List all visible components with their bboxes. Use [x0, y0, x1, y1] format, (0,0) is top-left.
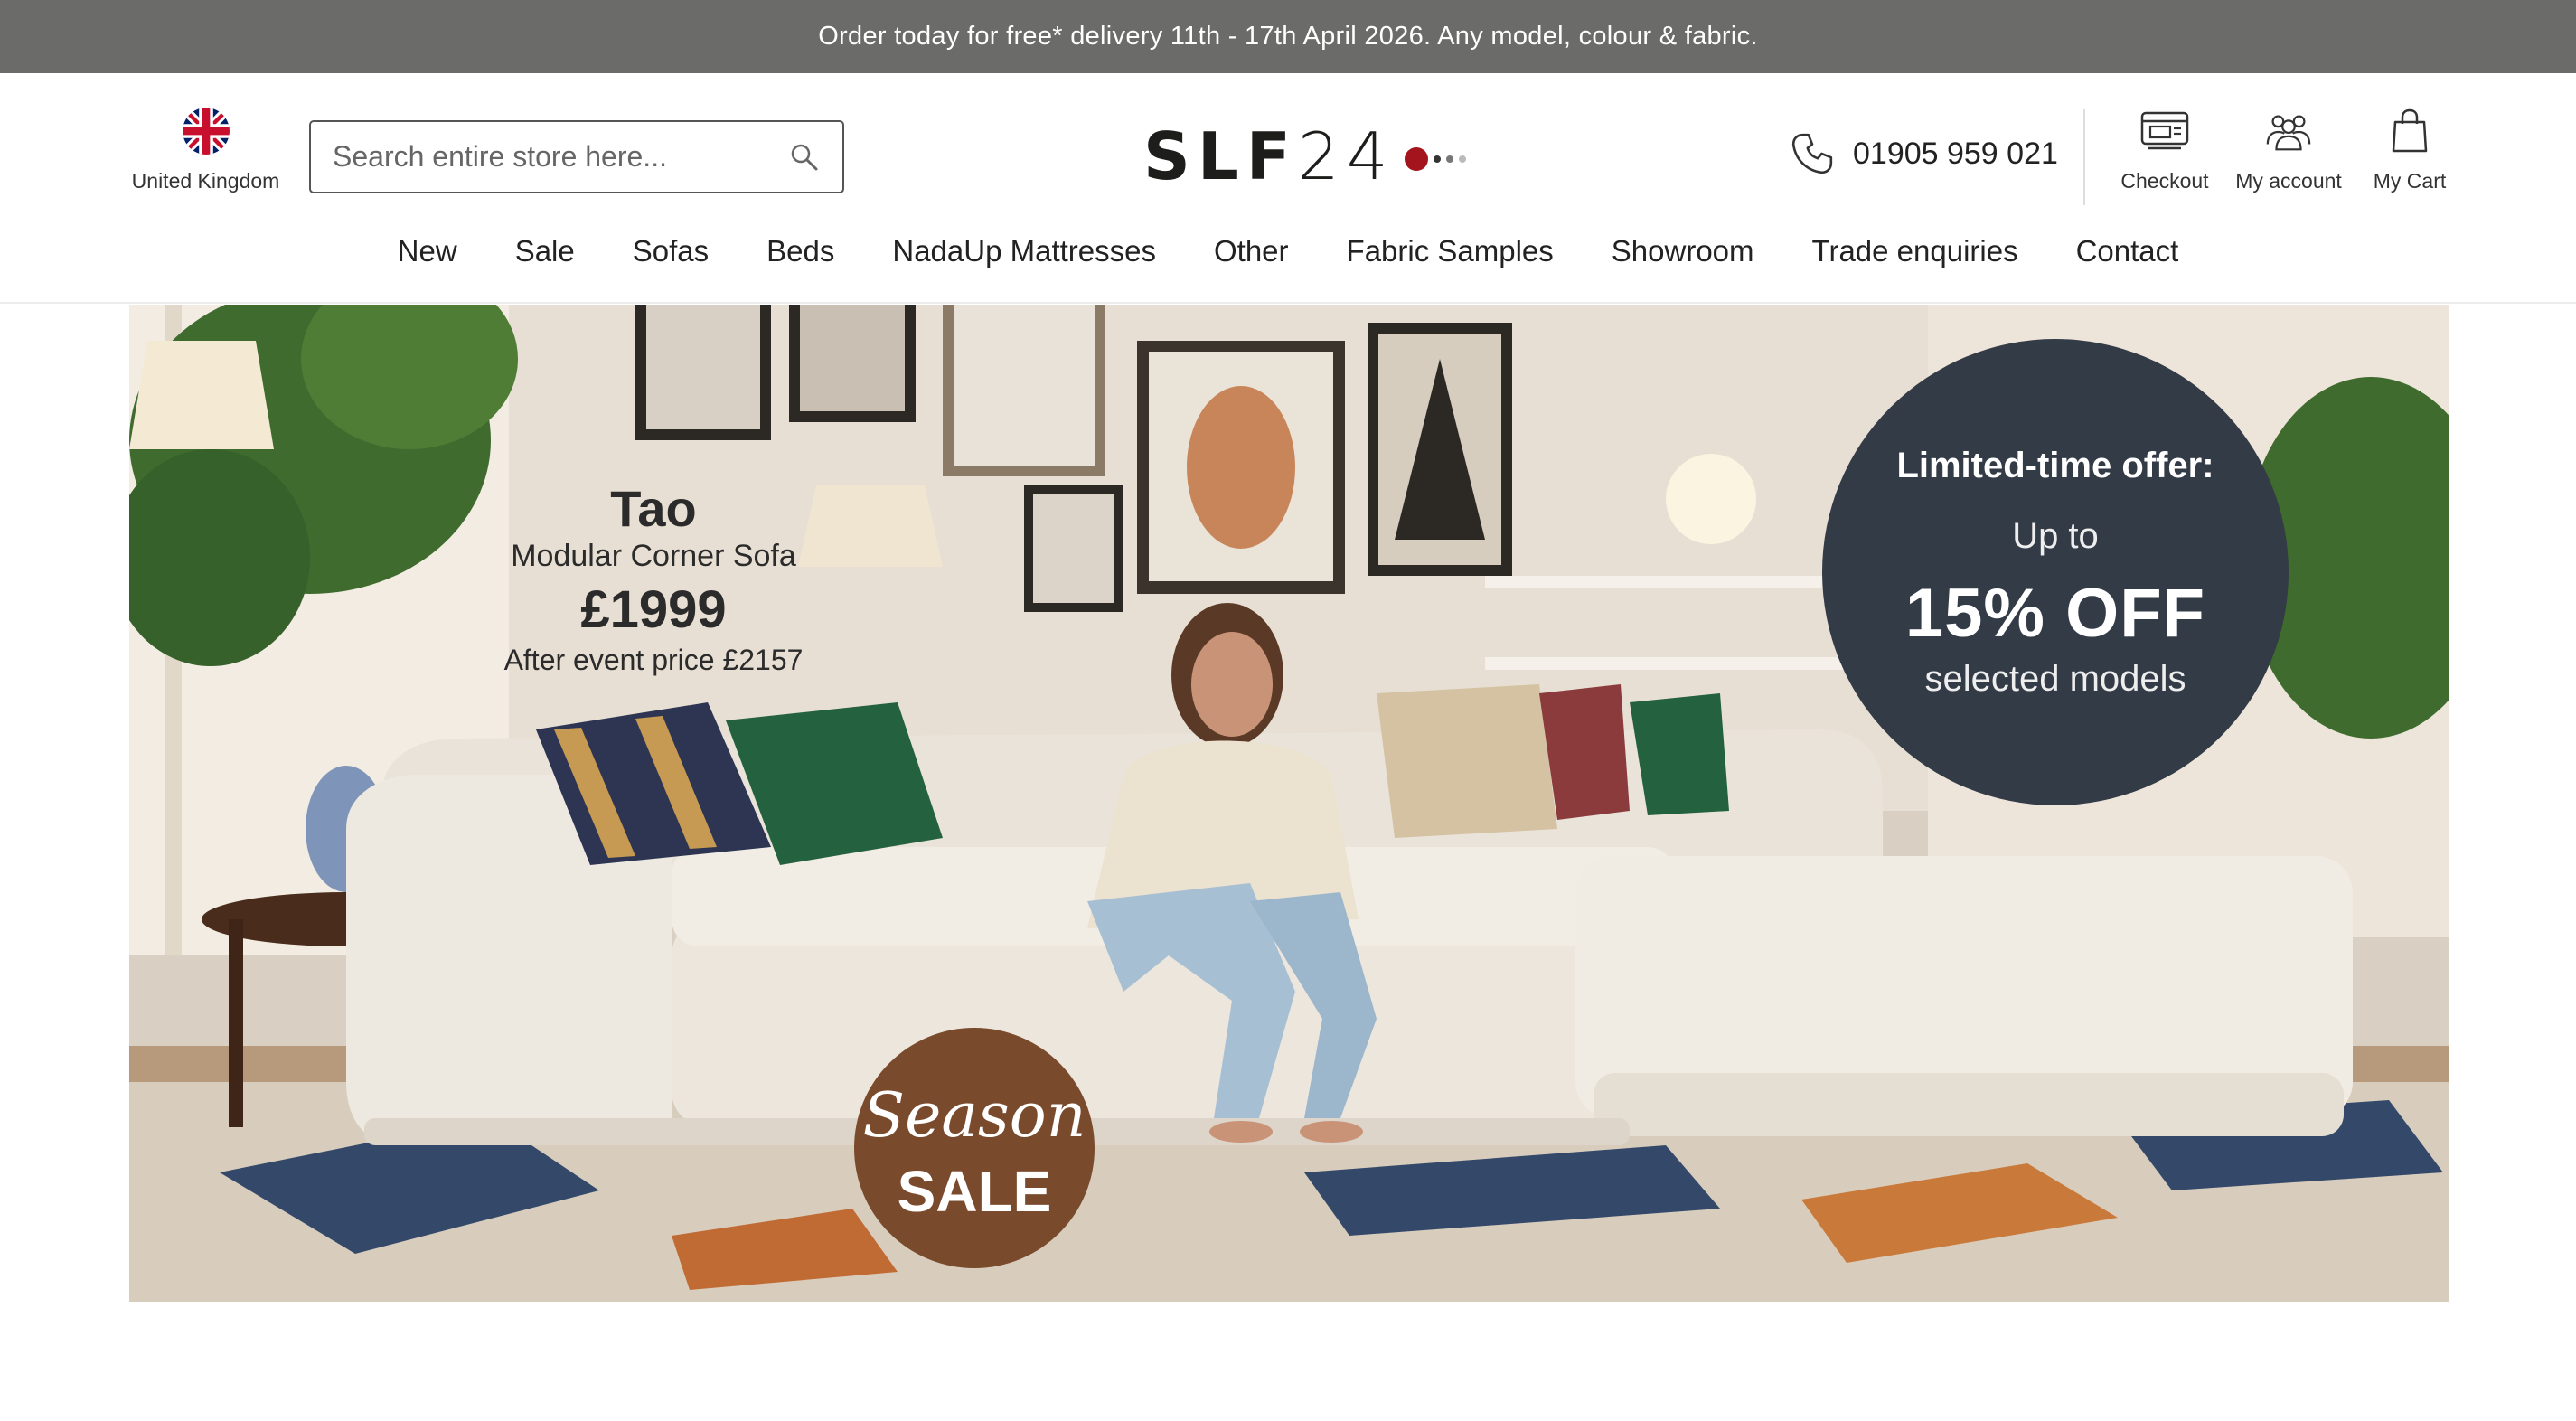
nav-item-trade-enquiries[interactable]: Trade enquiries — [1783, 234, 2047, 268]
country-label: United Kingdom — [131, 169, 280, 193]
checkout-label: Checkout — [2120, 169, 2209, 193]
product-price: £1999 — [580, 579, 727, 639]
my-cart-link[interactable]: My Cart — [2361, 108, 2458, 193]
logo-dots-icon — [1404, 147, 1466, 171]
nav-item-fabric-samples[interactable]: Fabric Samples — [1318, 234, 1583, 268]
phone-icon — [1791, 133, 1833, 174]
phone-contact[interactable]: 01905 959 021 — [1790, 131, 2058, 176]
search-icon[interactable] — [788, 141, 821, 174]
promo-text: Order today for free* delivery 11th - 17… — [818, 22, 1758, 51]
my-cart-label: My Cart — [2373, 169, 2447, 193]
offer-prefix: Up to — [2012, 516, 2099, 556]
search-box — [309, 120, 844, 193]
offer-suffix: selected models — [1924, 659, 2186, 699]
main-navigation: New Sale Sofas Beds NadaUp Mattresses Ot… — [0, 234, 2576, 268]
nav-item-other[interactable]: Other — [1185, 234, 1318, 268]
checkout-link[interactable]: Checkout — [2111, 108, 2219, 193]
nav-item-sofas[interactable]: Sofas — [604, 234, 738, 268]
offer-badge: Limited-time offer: Up to 15% OFF select… — [1822, 339, 2289, 805]
account-icon — [2266, 115, 2311, 151]
nav-item-nadaup-mattresses[interactable]: NadaUp Mattresses — [863, 234, 1185, 268]
my-account-label: My account — [2235, 169, 2342, 193]
hero-banner[interactable]: Tao Modular Corner Sofa £1999 After even… — [129, 305, 2449, 1302]
product-type: Modular Corner Sofa — [511, 538, 796, 573]
season-text: Season — [862, 1080, 1086, 1152]
checkout-icon — [2140, 111, 2189, 150]
offer-discount: 15% OFF — [1904, 575, 2206, 652]
logo-text: SLF24 — [1143, 118, 1396, 194]
product-promo: Tao Modular Corner Sofa £1999 After even… — [418, 481, 888, 677]
my-account-link[interactable]: My account — [2233, 108, 2345, 193]
nav-item-showroom[interactable]: Showroom — [1583, 234, 1783, 268]
promo-banner: Order today for free* delivery 11th - 17… — [0, 0, 2576, 73]
cart-icon — [2392, 108, 2428, 153]
site-logo[interactable]: SLF24 — [1143, 118, 1466, 194]
nav-item-contact[interactable]: Contact — [2047, 234, 2208, 268]
nav-item-new[interactable]: New — [369, 234, 486, 268]
nav-item-beds[interactable]: Beds — [738, 234, 863, 268]
search-input[interactable] — [333, 140, 788, 174]
sale-text: SALE — [897, 1159, 1052, 1224]
phone-number: 01905 959 021 — [1853, 136, 2058, 171]
site-header: United Kingdom SLF24 01905 959 021 — [0, 73, 2576, 304]
offer-headline: Limited-time offer: — [1896, 446, 2214, 485]
header-divider — [2083, 109, 2085, 205]
after-event-price: After event price £2157 — [503, 643, 804, 676]
product-name: Tao — [610, 480, 697, 537]
season-sale-badge: Season SALE — [854, 1028, 1095, 1268]
country-selector[interactable]: United Kingdom — [127, 108, 285, 193]
uk-flag-icon — [182, 108, 230, 155]
nav-item-sale[interactable]: Sale — [486, 234, 604, 268]
